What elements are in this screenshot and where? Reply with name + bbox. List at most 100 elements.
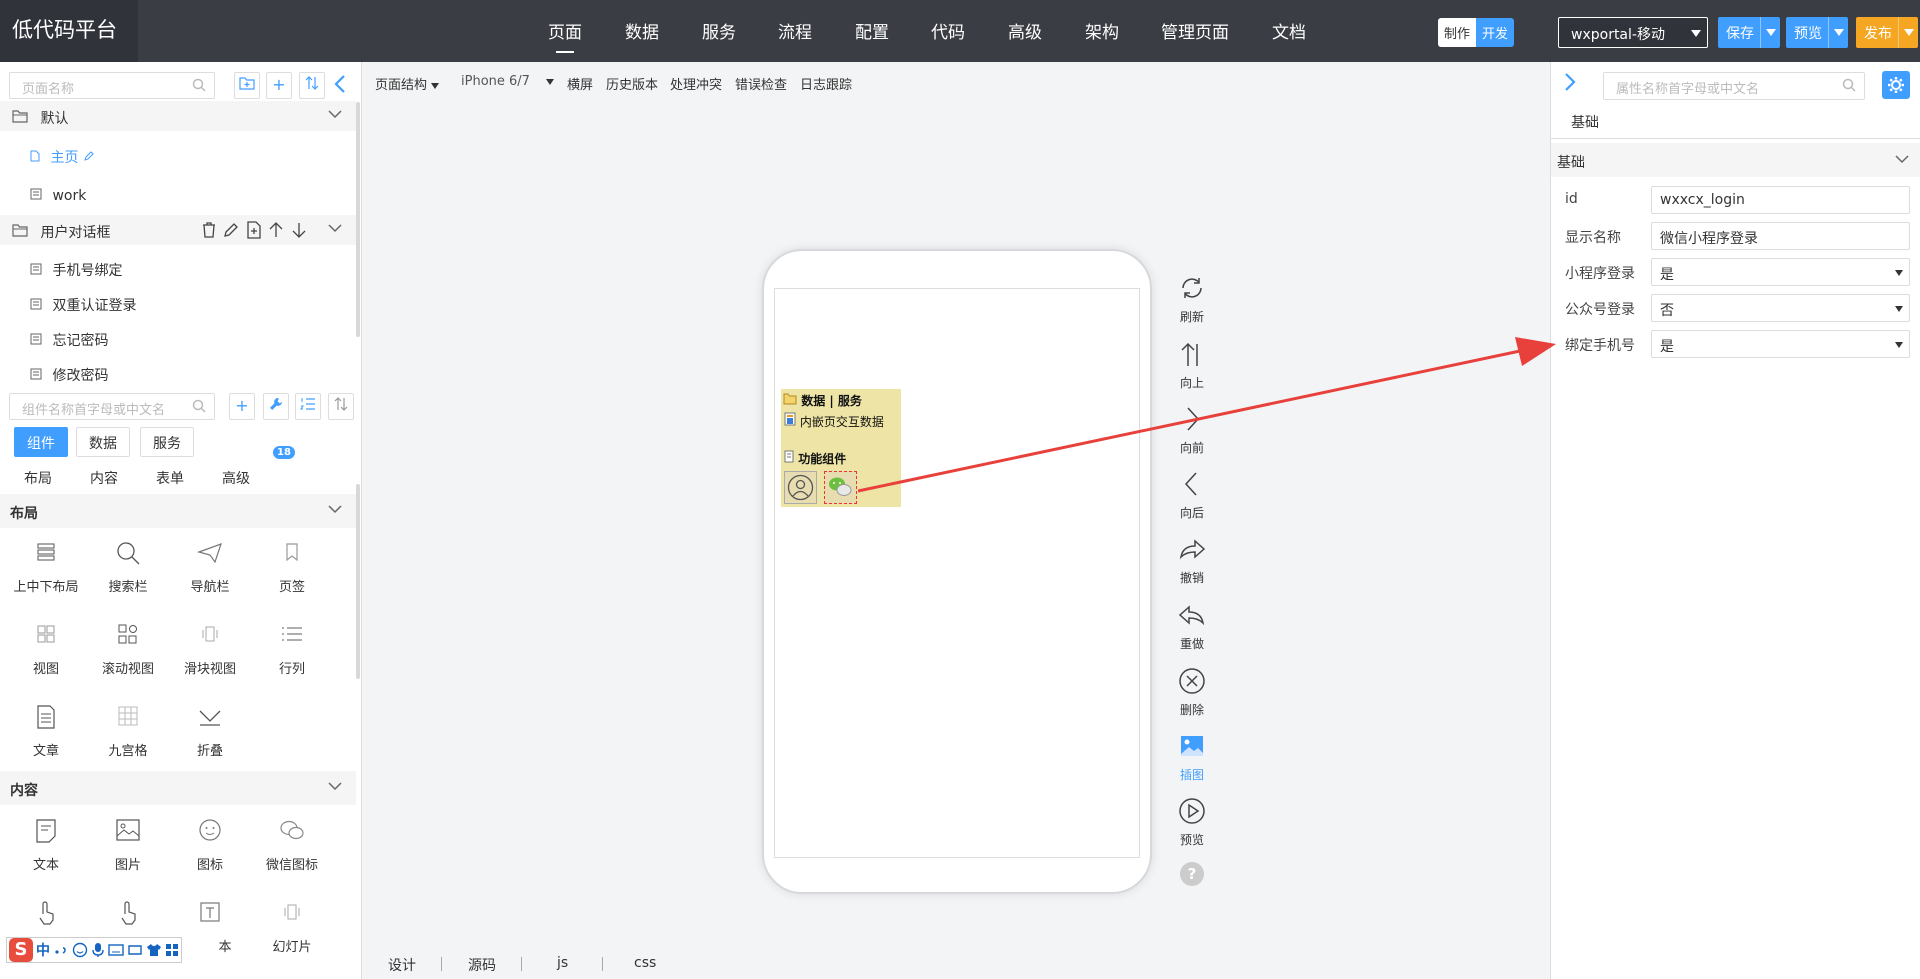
tree-item-phone-binding[interactable]: 手机号绑定 (30, 260, 122, 280)
tab-components[interactable]: 组件 (14, 427, 68, 457)
component-nine-grid[interactable]: 九宫格 (88, 704, 168, 759)
tab-services[interactable]: 服务 (140, 427, 194, 457)
tree-item-forgot-password[interactable]: 忘记密码 (30, 330, 108, 350)
non-visual-component-box[interactable]: 数据 | 服务 内嵌页交互数据 功能组件 (781, 389, 901, 507)
section-basic[interactable]: 基础 (1551, 143, 1920, 177)
expand-panel-button[interactable] (1563, 72, 1577, 96)
nav-service[interactable]: 服务 (702, 18, 736, 43)
page-search-input[interactable]: 页面名称 (9, 72, 215, 99)
help-icon[interactable]: ? (1180, 862, 1204, 886)
tree-item-2fa-login[interactable]: 双重认证登录 (30, 295, 136, 315)
component-view[interactable]: 视图 (6, 622, 86, 677)
component-touch[interactable] (6, 900, 86, 936)
component-search-bar[interactable]: 搜索栏 (88, 540, 168, 595)
keyboard-icon[interactable] (108, 943, 124, 957)
mode-toggle[interactable]: 制作 开发 (1438, 18, 1515, 47)
user-component[interactable] (784, 471, 817, 504)
tab-design[interactable]: 设计 (388, 955, 416, 975)
preview-action[interactable]: 预览 (1167, 797, 1217, 848)
app-select[interactable]: wxportal-移动 (1558, 17, 1708, 48)
sort-components-button[interactable] (328, 393, 354, 420)
nav-code[interactable]: 代码 (931, 18, 965, 43)
mode-dev-option[interactable]: 开发 (1476, 18, 1515, 47)
edit-icon[interactable] (222, 221, 240, 239)
nav-admin-pages[interactable]: 管理页面 (1161, 18, 1229, 43)
prop-id-input[interactable]: wxxcx_login (1651, 186, 1910, 214)
toolbox-grid-icon[interactable] (165, 943, 179, 957)
preview-dropdown-icon[interactable] (1828, 17, 1848, 48)
phone-screen[interactable]: 数据 | 服务 内嵌页交互数据 功能组件 (774, 288, 1140, 858)
move-forward-action[interactable]: 向前 (1167, 405, 1217, 456)
device-dropdown[interactable]: iPhone 6/7 (461, 74, 554, 89)
tab-data[interactable]: 数据 (76, 427, 130, 457)
tab-css[interactable]: css (634, 955, 656, 971)
page-structure-dropdown[interactable]: 页面结构 (375, 74, 440, 93)
save-dropdown-icon[interactable] (1760, 17, 1780, 48)
nav-advanced[interactable]: 高级 (1008, 18, 1042, 43)
component-top-middle-bottom-layout[interactable]: 上中下布局 (6, 540, 86, 595)
ime-toolbar[interactable]: S 中 (6, 937, 182, 963)
component-search-input[interactable]: 组件名称首字母或中文名 (9, 393, 215, 420)
refresh-action[interactable]: 刷新 (1167, 274, 1217, 325)
tree-group-default[interactable]: 默认 (0, 101, 356, 131)
undo-action[interactable]: 撤销 (1167, 535, 1217, 586)
nav-docs[interactable]: 文档 (1272, 18, 1306, 43)
punctuation-icon[interactable] (53, 942, 69, 958)
publish-button[interactable]: 发布 (1856, 17, 1918, 48)
tree-group-user-dialog[interactable]: 用户对话框 (0, 215, 356, 245)
delete-action[interactable]: 删除 (1167, 667, 1217, 718)
component-nav-bar[interactable]: 导航栏 (170, 540, 250, 595)
section-layout[interactable]: 布局 (0, 494, 356, 528)
move-up-action[interactable]: 向上 (1167, 340, 1217, 391)
redo-action[interactable]: 重做 (1167, 601, 1217, 652)
landscape-button[interactable]: 横屏 (567, 74, 593, 93)
subtab-content[interactable]: 内容 (90, 468, 118, 488)
preview-button[interactable]: 预览 (1786, 17, 1848, 48)
component-swiper-view[interactable]: 滑块视图 (170, 622, 250, 677)
component-collapse[interactable]: 折叠 (170, 704, 250, 759)
add-component-button[interactable]: + (229, 393, 255, 420)
section-content[interactable]: 内容 (0, 771, 356, 805)
tab-source[interactable]: 源码 (468, 955, 496, 975)
tree-scrollbar[interactable] (356, 102, 360, 337)
subtab-layout[interactable]: 布局 (24, 468, 52, 488)
prop-official-account-login-select[interactable]: 否 (1651, 294, 1910, 322)
list-order-button[interactable] (295, 393, 321, 420)
component-wechat-icon[interactable]: 微信图标 (252, 818, 332, 873)
sort-pages-button[interactable] (299, 72, 325, 99)
component-tools-button[interactable] (263, 393, 289, 420)
component-scroll-view[interactable]: 滚动视图 (88, 622, 168, 677)
mode-make-option[interactable]: 制作 (1438, 18, 1477, 47)
publish-dropdown-icon[interactable] (1898, 17, 1918, 48)
log-trace-button[interactable]: 日志跟踪 (800, 74, 852, 93)
component-text[interactable]: 文本 (6, 818, 86, 873)
edit-icon[interactable] (83, 151, 94, 162)
component-row-col[interactable]: 行列 (252, 622, 332, 677)
embedded-page-data-item[interactable]: 内嵌页交互数据 (784, 412, 884, 430)
tab-js[interactable]: js (557, 955, 568, 971)
save-button[interactable]: 保存 (1718, 17, 1780, 48)
ime-language[interactable]: 中 (36, 940, 50, 960)
component-tab-page[interactable]: 页签 (252, 540, 332, 595)
component-slideshow[interactable]: 幻灯片 (252, 900, 332, 955)
tab-basic[interactable]: 基础 (1571, 112, 1599, 132)
nav-config[interactable]: 配置 (855, 18, 889, 43)
subtab-form[interactable]: 表单 (156, 468, 184, 488)
error-check-button[interactable]: 错误检查 (735, 74, 787, 93)
shirt-icon[interactable] (146, 943, 162, 957)
add-folder-button[interactable] (234, 72, 260, 99)
collapse-panel-button[interactable] (333, 74, 347, 98)
tree-item-change-password[interactable]: 修改密码 (30, 365, 108, 385)
add-page-icon[interactable] (245, 221, 263, 239)
history-button[interactable]: 历史版本 (606, 74, 658, 93)
component-touch-2[interactable] (88, 900, 168, 936)
property-search-input[interactable]: 属性名称首字母或中文名 (1603, 72, 1865, 100)
arrow-up-icon[interactable] (267, 221, 285, 239)
trash-icon[interactable] (200, 221, 218, 239)
move-back-action[interactable]: 向后 (1167, 470, 1217, 521)
component-article[interactable]: 文章 (6, 704, 86, 759)
nav-architecture[interactable]: 架构 (1085, 18, 1119, 43)
prop-bind-phone-select[interactable]: 是 (1651, 330, 1910, 358)
tree-item-home[interactable]: 主页 (30, 147, 94, 167)
emoji-icon[interactable] (72, 942, 88, 958)
